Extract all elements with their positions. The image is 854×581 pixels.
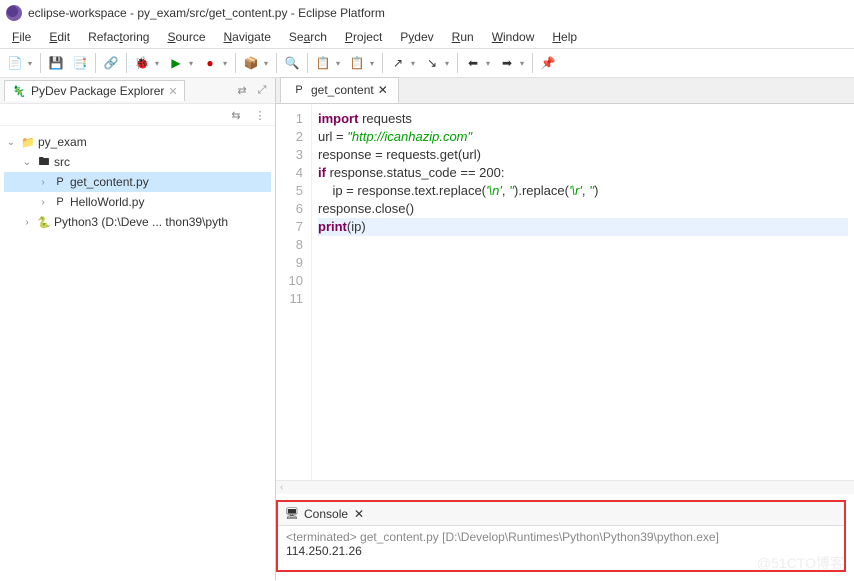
eclipse-logo-icon [6, 5, 22, 21]
toggle-button[interactable]: 🔗 [100, 52, 122, 74]
chevron-right-icon[interactable]: › [20, 217, 34, 228]
close-icon[interactable]: ✕ [354, 507, 364, 521]
forward-button[interactable]: ➡ [496, 52, 518, 74]
menu-navigate[interactable]: Navigate [216, 28, 279, 46]
explorer-tab[interactable]: 🦎 PyDev Package Explorer ✕ [4, 80, 185, 101]
debug-button[interactable]: 🐞 [131, 52, 153, 74]
save-button[interactable]: 💾 [45, 52, 67, 74]
project-tree: ⌄ 📁 py_exam ⌄ 🖿 src › P get_content.py ›… [0, 126, 275, 238]
window-title: eclipse-workspace - py_exam/src/get_cont… [28, 6, 385, 20]
close-icon[interactable]: ✕ [378, 83, 388, 97]
package-explorer: 🦎 PyDev Package Explorer ✕ ⇄ ⤢ ⇆ ⋮ ⌄ 📁 p… [0, 78, 276, 580]
py-file-icon: P [52, 194, 68, 210]
menu-run[interactable]: Run [444, 28, 482, 46]
filter-icon[interactable]: ⇆ [227, 106, 245, 124]
explorer-title: PyDev Package Explorer [31, 84, 164, 98]
console-panel: 🖥 Console ✕ <terminated> get_content.py … [276, 500, 846, 572]
next-edit-button[interactable]: ↘ [421, 52, 443, 74]
tree-label: HelloWorld.py [70, 195, 144, 209]
console-output: 114.250.21.26 [286, 544, 836, 558]
menu-window[interactable]: Window [484, 28, 543, 46]
console-title: Console [304, 507, 348, 521]
menu-file[interactable]: File [4, 28, 39, 46]
back-button[interactable]: ⬅ [462, 52, 484, 74]
tree-label: get_content.py [70, 175, 149, 189]
main-area: 🦎 PyDev Package Explorer ✕ ⇄ ⤢ ⇆ ⋮ ⌄ 📁 p… [0, 78, 854, 580]
menu-project[interactable]: Project [337, 28, 390, 46]
save-all-button[interactable]: 📑 [69, 52, 91, 74]
run-last-button[interactable]: ● [199, 52, 221, 74]
search-button[interactable]: 🔍 [281, 52, 303, 74]
editor-area: P get_content ✕ 1234567891011 import req… [276, 78, 854, 580]
console-icon: 🖥 [284, 506, 300, 522]
tree-file-selected[interactable]: › P get_content.py [4, 172, 271, 192]
py-file-icon: P [291, 82, 307, 98]
tree-label: Python3 (D:\Deve ... thon39\pyth [54, 215, 228, 229]
new-button[interactable]: 📄 [4, 52, 26, 74]
code-body[interactable]: import requestsurl = "http://icanhazip.c… [312, 104, 854, 480]
pydev-icon: 🦎 [11, 83, 27, 99]
menu-pydev[interactable]: Pydev [392, 28, 441, 46]
view-menu-icon[interactable]: ⋮ [251, 106, 269, 124]
toolbar: 📄▾ 💾 📑 🔗 🐞▾ ▶▾ ●▾ 📦▾ 🔍 📋▾ 📋▾ ↗▾ ↘▾ ⬅▾ ➡▾… [0, 48, 854, 78]
line-gutter: 1234567891011 [276, 104, 312, 480]
folder-icon: 🖿 [36, 154, 52, 170]
chevron-right-icon[interactable]: › [36, 197, 50, 208]
tree-src[interactable]: ⌄ 🖿 src [4, 152, 271, 172]
explorer-header: 🦎 PyDev Package Explorer ✕ ⇄ ⤢ [0, 78, 275, 104]
editor-tabs: P get_content ✕ [276, 78, 854, 104]
tree-project[interactable]: ⌄ 📁 py_exam [4, 132, 271, 152]
console-status: <terminated> get_content.py [D:\Develop\… [286, 530, 836, 544]
prev-edit-button[interactable]: ↗ [387, 52, 409, 74]
title-bar: eclipse-workspace - py_exam/src/get_cont… [0, 0, 854, 26]
run-button[interactable]: ▶ [165, 52, 187, 74]
open-task-button[interactable]: 📋 [346, 52, 368, 74]
tree-label: src [54, 155, 70, 169]
code-editor[interactable]: 1234567891011 import requestsurl = "http… [276, 104, 854, 480]
console-header: 🖥 Console ✕ [278, 502, 844, 526]
chevron-down-icon[interactable]: ⌄ [4, 137, 18, 148]
tree-file[interactable]: › P HelloWorld.py [4, 192, 271, 212]
new-module-button[interactable]: 📦 [240, 52, 262, 74]
menu-search[interactable]: Search [281, 28, 335, 46]
chevron-right-icon[interactable]: › [36, 177, 50, 188]
open-type-button[interactable]: 📋 [312, 52, 334, 74]
menu-source[interactable]: Source [159, 28, 213, 46]
menu-help[interactable]: Help [544, 28, 585, 46]
editor-tab-label: get_content [311, 83, 374, 97]
chevron-down-icon[interactable]: ⌄ [20, 157, 34, 168]
menu-bar: File Edit Refactoring Source Navigate Se… [0, 26, 854, 48]
h-scrollbar[interactable]: ‹ [276, 480, 854, 494]
menu-edit[interactable]: Edit [41, 28, 78, 46]
editor-tab[interactable]: P get_content ✕ [280, 77, 399, 103]
python-icon: 🐍 [36, 214, 52, 230]
close-icon[interactable]: ✕ [168, 85, 177, 98]
link-editor-icon[interactable]: ⤢ [253, 82, 271, 100]
tree-python[interactable]: › 🐍 Python3 (D:\Deve ... thon39\pyth [4, 212, 271, 232]
console-body[interactable]: <terminated> get_content.py [D:\Develop\… [278, 526, 844, 570]
py-file-icon: P [52, 174, 68, 190]
collapse-all-icon[interactable]: ⇄ [233, 82, 251, 100]
menu-refactoring[interactable]: Refactoring [80, 28, 157, 46]
project-icon: 📁 [20, 134, 36, 150]
pin-button[interactable]: 📌 [537, 52, 559, 74]
tree-label: py_exam [38, 135, 87, 149]
